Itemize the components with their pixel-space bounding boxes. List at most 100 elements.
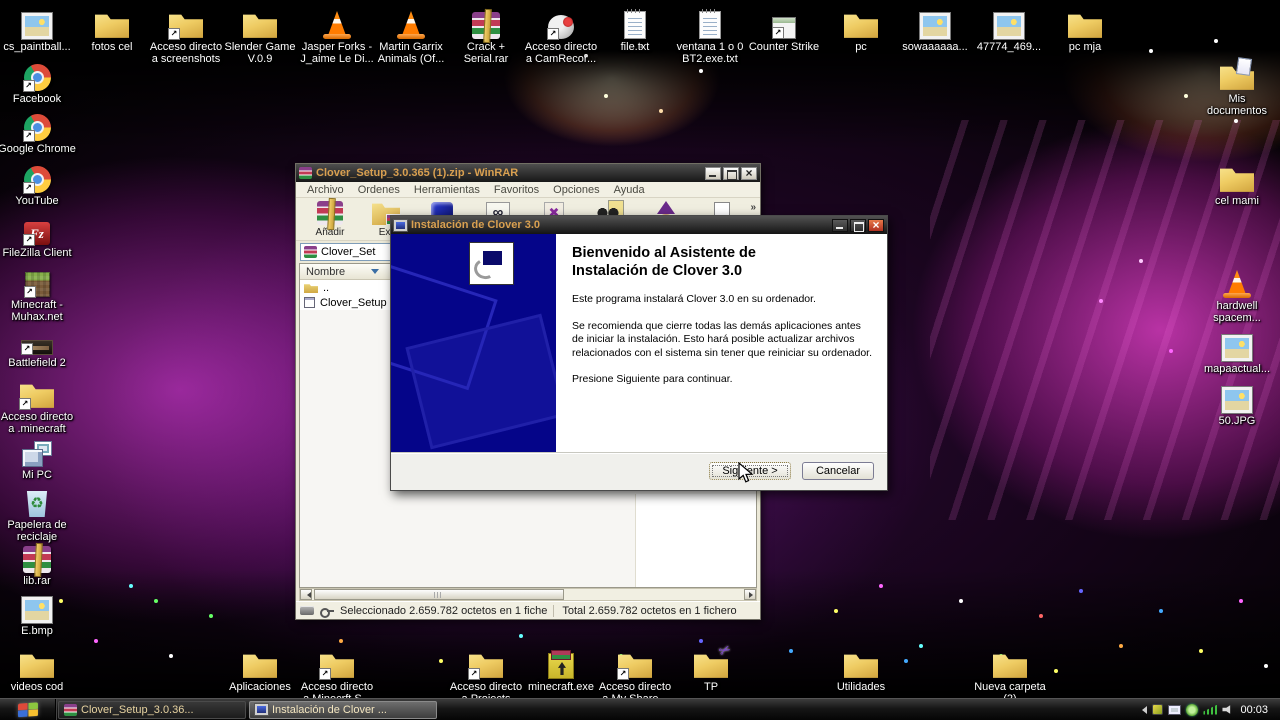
desktop-icon[interactable]: Acceso directo a My Share...	[596, 646, 674, 705]
tray-update-icon[interactable]	[1186, 704, 1198, 716]
taskbar-task[interactable]: Instalación de Clover ...	[249, 701, 437, 719]
desktop-icon[interactable]: 47774_469...	[970, 6, 1048, 53]
tray-volume-icon[interactable]	[1222, 705, 1233, 715]
tray-chevron-icon[interactable]	[1138, 706, 1147, 714]
archive-icon	[304, 246, 317, 258]
desktop-icon-glyph	[24, 166, 51, 193]
desktop-icon[interactable]: ventana 1 o 0 BT2.exe.txt	[671, 6, 749, 65]
desktop-icon[interactable]: cel mami	[1198, 160, 1276, 207]
desktop-icon-glyph	[20, 441, 54, 467]
desktop-icon-label: Acceso directo a .minecraft	[0, 411, 76, 435]
desktop: cs_paintball... fotos cel Acceso directo…	[0, 0, 1280, 720]
minimize-button[interactable]	[705, 167, 721, 180]
desktop-icon-glyph	[1222, 270, 1252, 298]
disk-icon	[300, 606, 314, 615]
winrar-titlebar[interactable]: Clover_Setup_3.0.365 (1).zip - WinRAR	[296, 164, 760, 182]
desktop-icon[interactable]: file.txt	[596, 6, 674, 53]
desktop-icon[interactable]: Mis documentos	[1198, 58, 1276, 117]
horizontal-scrollbar[interactable]	[299, 588, 757, 601]
desktop-icon[interactable]: Battlefield 2	[0, 322, 76, 369]
menu-item[interactable]: Ayuda	[607, 184, 652, 196]
desktop-icon[interactable]: Aplicaciones	[221, 646, 299, 693]
windows-logo-icon	[18, 702, 38, 717]
toolbar-overflow-chevron-icon[interactable]: »	[750, 202, 756, 213]
installer-body: Bienvenido al Asistente de Instalación d…	[391, 234, 887, 452]
winrar-menubar: ArchivoOrdenesHerramientasFavoritosOpcio…	[296, 182, 760, 198]
taskbar-clock[interactable]: 00:03	[1238, 704, 1274, 716]
desktop-icon[interactable]: lib.rar	[0, 540, 76, 587]
desktop-icon-glyph	[1222, 335, 1252, 361]
desktop-icon[interactable]: Acceso directo a Projects	[447, 646, 525, 705]
desktop-icon[interactable]: Utilidades	[822, 646, 900, 693]
taskbar-task[interactable]: Clover_Setup_3.0.36...	[58, 701, 246, 719]
desktop-icon[interactable]: Acceso directo a .minecraft	[0, 376, 76, 435]
desktop-icon-glyph	[24, 64, 51, 91]
desktop-icon-glyph	[243, 650, 277, 679]
desktop-icon[interactable]: hardwell spacem...	[1198, 265, 1276, 324]
installer-maximize-button[interactable]	[850, 219, 866, 232]
desktop-icon[interactable]: FileZilla Client	[0, 212, 76, 259]
menu-item[interactable]: Ordenes	[351, 184, 407, 196]
desktop-icon[interactable]: TP	[672, 646, 750, 693]
desktop-icon[interactable]: Acceso directo a screenshots	[147, 6, 225, 65]
tray-display-icon[interactable]	[1168, 705, 1181, 715]
start-button[interactable]	[0, 699, 56, 720]
desktop-icon-glyph	[772, 17, 796, 39]
desktop-icon[interactable]: Papelera de reciclaje	[0, 484, 76, 543]
cancel-button[interactable]: Cancelar	[802, 462, 874, 480]
installer-dialog: Instalación de Clover 3.0 Bienvenido al …	[390, 215, 888, 491]
desktop-icon-label: fotos cel	[73, 41, 151, 53]
desktop-icon[interactable]: E.bmp	[0, 590, 76, 637]
menu-item[interactable]: Herramientas	[407, 184, 487, 196]
desktop-icon-glyph	[548, 653, 574, 679]
desktop-icon[interactable]: Counter Strike	[745, 6, 823, 53]
desktop-icon-glyph	[20, 380, 54, 409]
task-label: Instalación de Clover ...	[272, 704, 387, 716]
desktop-icon-label: FileZilla Client	[0, 247, 76, 259]
desktop-icon[interactable]: YouTube	[0, 160, 76, 207]
desktop-icon-glyph	[548, 15, 574, 39]
installer-minimize-button[interactable]	[832, 219, 848, 232]
desktop-icon[interactable]: sowaaaaaa...	[896, 6, 974, 53]
desktop-icon[interactable]: cs_paintball...	[0, 6, 76, 53]
close-button[interactable]	[741, 167, 757, 180]
tray-app-icon[interactable]	[1152, 704, 1163, 715]
menu-item[interactable]: Favoritos	[487, 184, 546, 196]
desktop-icon[interactable]: Mi PC	[0, 434, 76, 481]
desktop-icon-glyph	[25, 491, 49, 517]
menu-item[interactable]: Opciones	[546, 184, 606, 196]
desktop-icon[interactable]: 50.JPG	[1198, 380, 1276, 427]
desktop-icon-glyph	[993, 650, 1027, 679]
desktop-icon-glyph	[22, 13, 52, 39]
maximize-button[interactable]	[723, 167, 739, 180]
installer-titlebar[interactable]: Instalación de Clover 3.0	[391, 216, 887, 234]
desktop-icon[interactable]: videos cod	[0, 646, 76, 693]
desktop-icon[interactable]: pc	[822, 6, 900, 53]
next-button[interactable]: Siguiente >	[709, 462, 791, 480]
menu-item[interactable]: Archivo	[300, 184, 351, 196]
desktop-icon-glyph	[624, 11, 646, 39]
scrollbar-thumb[interactable]	[314, 589, 564, 600]
desktop-icon[interactable]: Nueva carpeta (2)	[971, 646, 1049, 705]
desktop-icon[interactable]: mapaactual...	[1198, 328, 1276, 375]
desktop-icon[interactable]: Acceso directo a Minecrft S...	[298, 646, 376, 705]
desktop-icon[interactable]: Slender Game V.0.9	[221, 6, 299, 65]
desktop-icon[interactable]: fotos cel	[73, 6, 151, 53]
scroll-right-arrow-icon[interactable]	[744, 589, 756, 600]
scroll-left-arrow-icon[interactable]	[300, 589, 312, 600]
desktop-icon[interactable]: Jasper Forks - J_aime Le Di...	[298, 6, 376, 65]
toolbar-button[interactable]: Añadir	[302, 200, 358, 238]
tray-network-icon[interactable]	[1203, 705, 1217, 715]
desktop-icon-label: sowaaaaaa...	[896, 41, 974, 53]
desktop-icon[interactable]: Crack + Serial.rar	[447, 6, 525, 65]
desktop-icon-label: Jasper Forks - J_aime Le Di...	[298, 41, 376, 65]
desktop-icon-label: TP	[672, 681, 750, 693]
desktop-icon[interactable]: Acceso directo a CamRecor...	[522, 6, 600, 65]
desktop-icon[interactable]: Facebook	[0, 58, 76, 105]
desktop-icon[interactable]: Google Chrome	[0, 108, 76, 155]
desktop-icon[interactable]: Martin Garrix Animals (Of...	[372, 6, 450, 65]
desktop-icon[interactable]: pc mja	[1046, 6, 1124, 53]
desktop-icon[interactable]: Minecraft - Muhax.net	[0, 264, 76, 323]
installer-close-button[interactable]	[868, 219, 884, 232]
desktop-icon[interactable]: minecraft.exe	[522, 646, 600, 693]
